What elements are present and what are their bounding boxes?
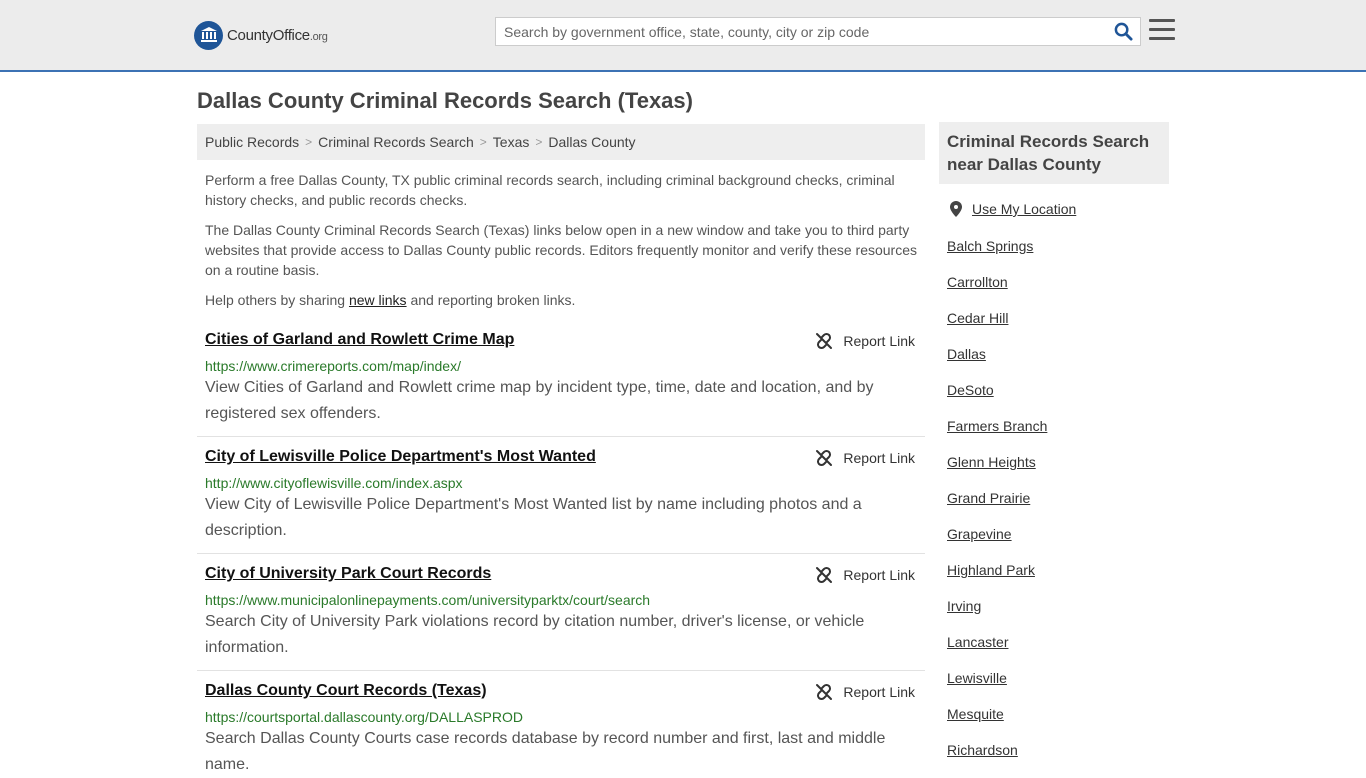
broken-link-icon [815,566,833,584]
sidebar-heading: Criminal Records Search near Dallas Coun… [939,122,1169,184]
logo-tld: .org [309,30,328,43]
new-links-link[interactable]: new links [349,292,407,308]
intro-paragraph-1: Perform a free Dallas County, TX public … [205,172,895,208]
breadcrumb-separator: > [479,135,487,149]
sidebar-city-link[interactable]: Carrollton [947,274,1008,290]
entry-description: View City of Lewisville Police Departmen… [205,496,862,539]
broken-link-icon [815,332,833,350]
resource-entry: Dallas County Court Records (Texas) Repo… [197,673,925,773]
location-pin-icon [950,201,962,217]
broken-link-icon [815,449,833,467]
breadcrumb: Public Records > Criminal Records Search… [197,124,925,160]
page-title: Dallas County Criminal Records Search (T… [197,88,693,113]
report-link-button[interactable]: Report Link [815,683,915,701]
entry-url: https://www.crimereports.com/map/index/ [205,358,461,374]
logo-badge-icon [194,20,223,50]
breadcrumb-separator: > [535,135,543,149]
site-logo[interactable]: CountyOffice.org [194,20,328,50]
entry-title-link[interactable]: City of University Park Court Records [205,565,491,583]
sidebar-city-link[interactable]: Highland Park [947,562,1035,578]
entry-title-link[interactable]: Dallas County Court Records (Texas) [205,682,487,700]
entry-url: http://www.cityoflewisville.com/index.as… [205,475,463,491]
entry-url: https://courtsportal.dallascounty.org/DA… [205,709,524,725]
sidebar-city-link[interactable]: Farmers Branch [947,418,1047,434]
sidebar-city-link[interactable]: Grand Prairie [947,490,1030,506]
hamburger-menu-icon[interactable] [1149,19,1175,43]
resource-entry: City of University Park Court Records Re… [197,556,925,671]
search-icon [1114,22,1133,41]
report-link-button[interactable]: Report Link [815,332,915,350]
search-button[interactable] [1106,18,1140,45]
resource-entry: Cities of Garland and Rowlett Crime Map … [197,322,925,437]
breadcrumb-dallas-county[interactable]: Dallas County [548,134,635,150]
broken-link-icon [815,683,833,701]
sidebar-city-link[interactable]: Dallas [947,346,986,362]
breadcrumb-criminal-records-search[interactable]: Criminal Records Search [318,134,474,150]
entry-description: View Cities of Garland and Rowlett crime… [205,379,874,422]
sidebar-city-link[interactable]: Lancaster [947,634,1008,650]
sidebar-city-link[interactable]: Mesquite [947,706,1004,722]
report-link-label: Report Link [843,684,915,700]
breadcrumb-public-records[interactable]: Public Records [205,134,299,150]
entry-title-link[interactable]: City of Lewisville Police Department's M… [205,448,596,466]
search-input[interactable] [496,18,1106,45]
sidebar-city-link[interactable]: Lewisville [947,670,1007,686]
entry-description: Search Dallas County Courts case records… [205,730,886,773]
entry-url: https://www.municipalonlinepayments.com/… [205,592,651,608]
sidebar-city-link[interactable]: DeSoto [947,382,994,398]
use-my-location-link[interactable]: Use My Location [947,201,1076,217]
report-link-button[interactable]: Report Link [815,566,915,584]
breadcrumb-separator: > [305,135,313,149]
intro-paragraph-2: The Dallas County Criminal Records Searc… [205,222,918,278]
sidebar-city-link[interactable]: Richardson [947,742,1018,758]
breadcrumb-texas[interactable]: Texas [493,134,530,150]
entry-description: Search City of University Park violation… [205,613,865,656]
sidebar-city-link[interactable]: Irving [947,598,981,614]
report-link-label: Report Link [843,450,915,466]
intro-paragraph-3: Help others by sharing new links and rep… [205,292,576,308]
resource-entry: City of Lewisville Police Department's M… [197,439,925,554]
sidebar-city-link[interactable]: Cedar Hill [947,310,1008,326]
sidebar-city-link[interactable]: Glenn Heights [947,454,1036,470]
sidebar-city-link[interactable]: Grapevine [947,526,1012,542]
search-box [495,17,1141,46]
report-link-label: Report Link [843,333,915,349]
sidebar-city-link[interactable]: Balch Springs [947,238,1033,254]
top-bar: CountyOffice.org [0,0,1366,72]
use-my-location-label: Use My Location [972,201,1077,217]
report-link-label: Report Link [843,567,915,583]
entry-title-link[interactable]: Cities of Garland and Rowlett Crime Map [205,331,514,349]
report-link-button[interactable]: Report Link [815,449,915,467]
logo-name: CountyOffice [227,26,310,44]
